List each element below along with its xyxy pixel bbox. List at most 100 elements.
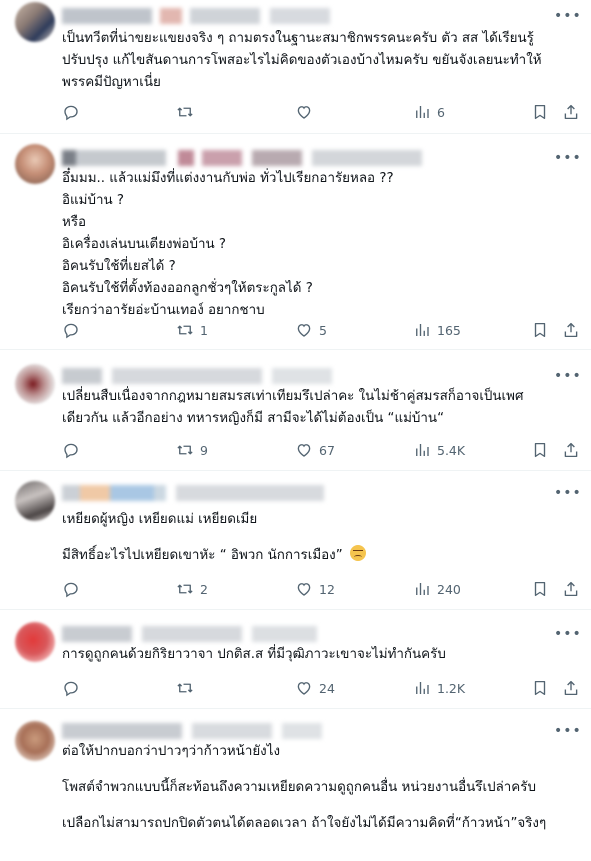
more-icon[interactable]: ••• [554,368,581,384]
share-button[interactable] [562,320,580,340]
reply-button[interactable] [62,440,86,460]
retweet-button[interactable] [176,102,200,122]
tweet-line: ต่อให้ปากบอกว่าปาวๆว่าก้าวหน้ายังไง [62,744,280,759]
tweet-line [62,531,579,545]
share-icon [564,581,578,597]
heart-icon [297,444,311,457]
tweet[interactable]: ••• เหยียดผู้หญิง เหยียดแม่ เหยียดเมีย ม… [0,471,591,610]
heart-icon [297,682,311,695]
share-button[interactable] [562,102,580,122]
reply-icon [64,323,78,339]
heart-icon [297,583,311,596]
avatar[interactable] [15,364,55,404]
bookmark-button[interactable] [531,320,549,340]
views-icon [416,583,429,595]
tweet-text: การดูถูกคนด้วยกิริยาวาจา ปกติส.ส ที่มีวุ… [62,644,579,666]
bookmark-button[interactable] [531,440,549,460]
views-button[interactable]: 6 [413,102,445,122]
tweet[interactable]: ••• อึ๋มมม.. แล้วแม่มึงที่แต่งงานกับพ่อ … [0,134,591,350]
views-button[interactable]: 165 [413,320,461,340]
more-icon[interactable]: ••• [554,8,581,24]
tweet-line: มีสิทธิ์อะไรไปเหยียดเขาหัะ “ อิพวก นักกา… [62,545,579,567]
author-name-blurred[interactable] [62,150,432,166]
tweet[interactable]: ••• เป็นทวีตที่น่าขยะแขยงจริง ๆ ถามตรงใน… [0,0,591,134]
like-button[interactable]: 12 [295,579,335,599]
author-name-blurred[interactable] [62,723,322,739]
bookmark-icon [534,680,546,696]
views-button[interactable]: 1.2K [413,678,465,698]
retweet-icon [177,683,193,693]
more-icon[interactable]: ••• [554,723,581,739]
bookmark-button[interactable] [531,579,549,599]
more-icon[interactable]: ••• [554,485,581,501]
tweet-actions: 2 12 240 [62,579,582,599]
retweet-icon [177,584,193,594]
like-button[interactable]: 24 [295,678,335,698]
retweet-button[interactable]: 1 [176,320,208,340]
angry-face-emoji [349,545,366,561]
avatar[interactable] [15,481,55,521]
retweet-button[interactable]: 9 [176,440,208,460]
author-name-blurred[interactable] [62,368,342,384]
more-icon[interactable]: ••• [554,626,581,642]
reply-button[interactable] [62,678,86,698]
tweet[interactable]: ••• การดูถูกคนด้วยกิริยาวาจา ปกติส.ส ที่… [0,610,591,709]
tweet-actions: 9 67 5.4K [62,440,582,460]
share-icon [564,322,578,338]
like-count: 12 [319,581,335,597]
reply-feed: ••• เป็นทวีตที่น่าขยะแขยงจริง ๆ ถามตรงใน… [0,0,591,861]
share-button[interactable] [562,440,580,460]
tweet-line: อึ๋มมม.. แล้วแม่มึงที่แต่งงานกับพ่อ ทั่ว… [62,171,394,186]
avatar[interactable] [15,2,55,42]
retweet-count: 1 [200,322,208,338]
like-button[interactable]: 67 [295,440,335,460]
bookmark-icon [534,104,546,120]
tweet-line: เป็นทวีตที่น่าขยะแขยงจริง ๆ ถามตรงในฐานะ… [62,31,534,46]
views-button[interactable]: 240 [413,579,461,599]
author-name-blurred[interactable] [62,8,342,24]
author-name-blurred[interactable] [62,485,324,501]
retweet-button[interactable]: 2 [176,579,208,599]
like-button[interactable]: 5 [295,320,327,340]
retweet-icon [177,107,193,117]
tweet-line: เหยียดผู้หญิง เหยียดแม่ เหยียดเมีย [62,512,258,527]
author-name-blurred[interactable] [62,626,317,642]
retweet-button[interactable] [176,678,200,698]
reply-button[interactable] [62,320,86,340]
avatar[interactable] [15,622,55,662]
share-button[interactable] [562,579,580,599]
tweet-text: ต่อให้ปากบอกว่าปาวๆว่าก้าวหน้ายังไง โพสต… [62,741,579,835]
tweet-line: อิเครื่องเล่นบนเตียงพ่อบ้าน ? [62,237,227,252]
views-count: 5.4K [437,442,466,458]
views-count: 240 [437,581,461,597]
tweet-text: เปลี่ยนสืบเนื่องจากกฎหมายสมรสเท่าเทียมรึ… [62,386,579,430]
bookmark-icon [534,322,546,338]
share-button[interactable] [562,678,580,698]
bookmark-icon [534,581,546,597]
tweet-line: ปรับปรุง แก้ไขสันดานการโพสอะไรไม่คิดของต… [62,53,542,68]
tweet-line-text: มีสิทธิ์อะไรไปเหยียดเขาหัะ “ อิพวก นักกา… [62,548,347,563]
bookmark-button[interactable] [531,102,549,122]
views-count: 1.2K [437,680,466,696]
bookmark-button[interactable] [531,678,549,698]
avatar[interactable] [15,144,55,184]
views-button[interactable]: 5.4K [413,440,465,460]
tweet-line [62,763,579,777]
tweet-line: อิคนรับใช้ที่ตั้งท้องออกลูกชั่วๆให้ตระกู… [62,281,313,296]
share-icon [564,680,578,696]
share-icon [564,442,578,458]
like-button[interactable] [295,102,319,122]
tweet-line: เปลือกไม่สามารถปกปิดตัวตนได้ตลอดเวลา ถ้า… [62,816,547,831]
tweet[interactable]: ••• ต่อให้ปากบอกว่าปาวๆว่าก้าวหน้ายังไง … [0,709,591,861]
tweet[interactable]: ••• เปลี่ยนสืบเนื่องจากกฎหมายสมรสเท่าเที… [0,350,591,471]
views-count: 6 [437,104,445,120]
reply-button[interactable] [62,102,86,122]
more-icon[interactable]: ••• [554,150,581,166]
retweet-count: 2 [200,581,208,597]
reply-button[interactable] [62,579,86,599]
views-icon [416,324,429,336]
tweet-text: เหยียดผู้หญิง เหยียดแม่ เหยียดเมีย มีสิท… [62,509,579,567]
avatar[interactable] [15,721,55,761]
reply-icon [64,582,78,598]
views-icon [416,682,429,694]
